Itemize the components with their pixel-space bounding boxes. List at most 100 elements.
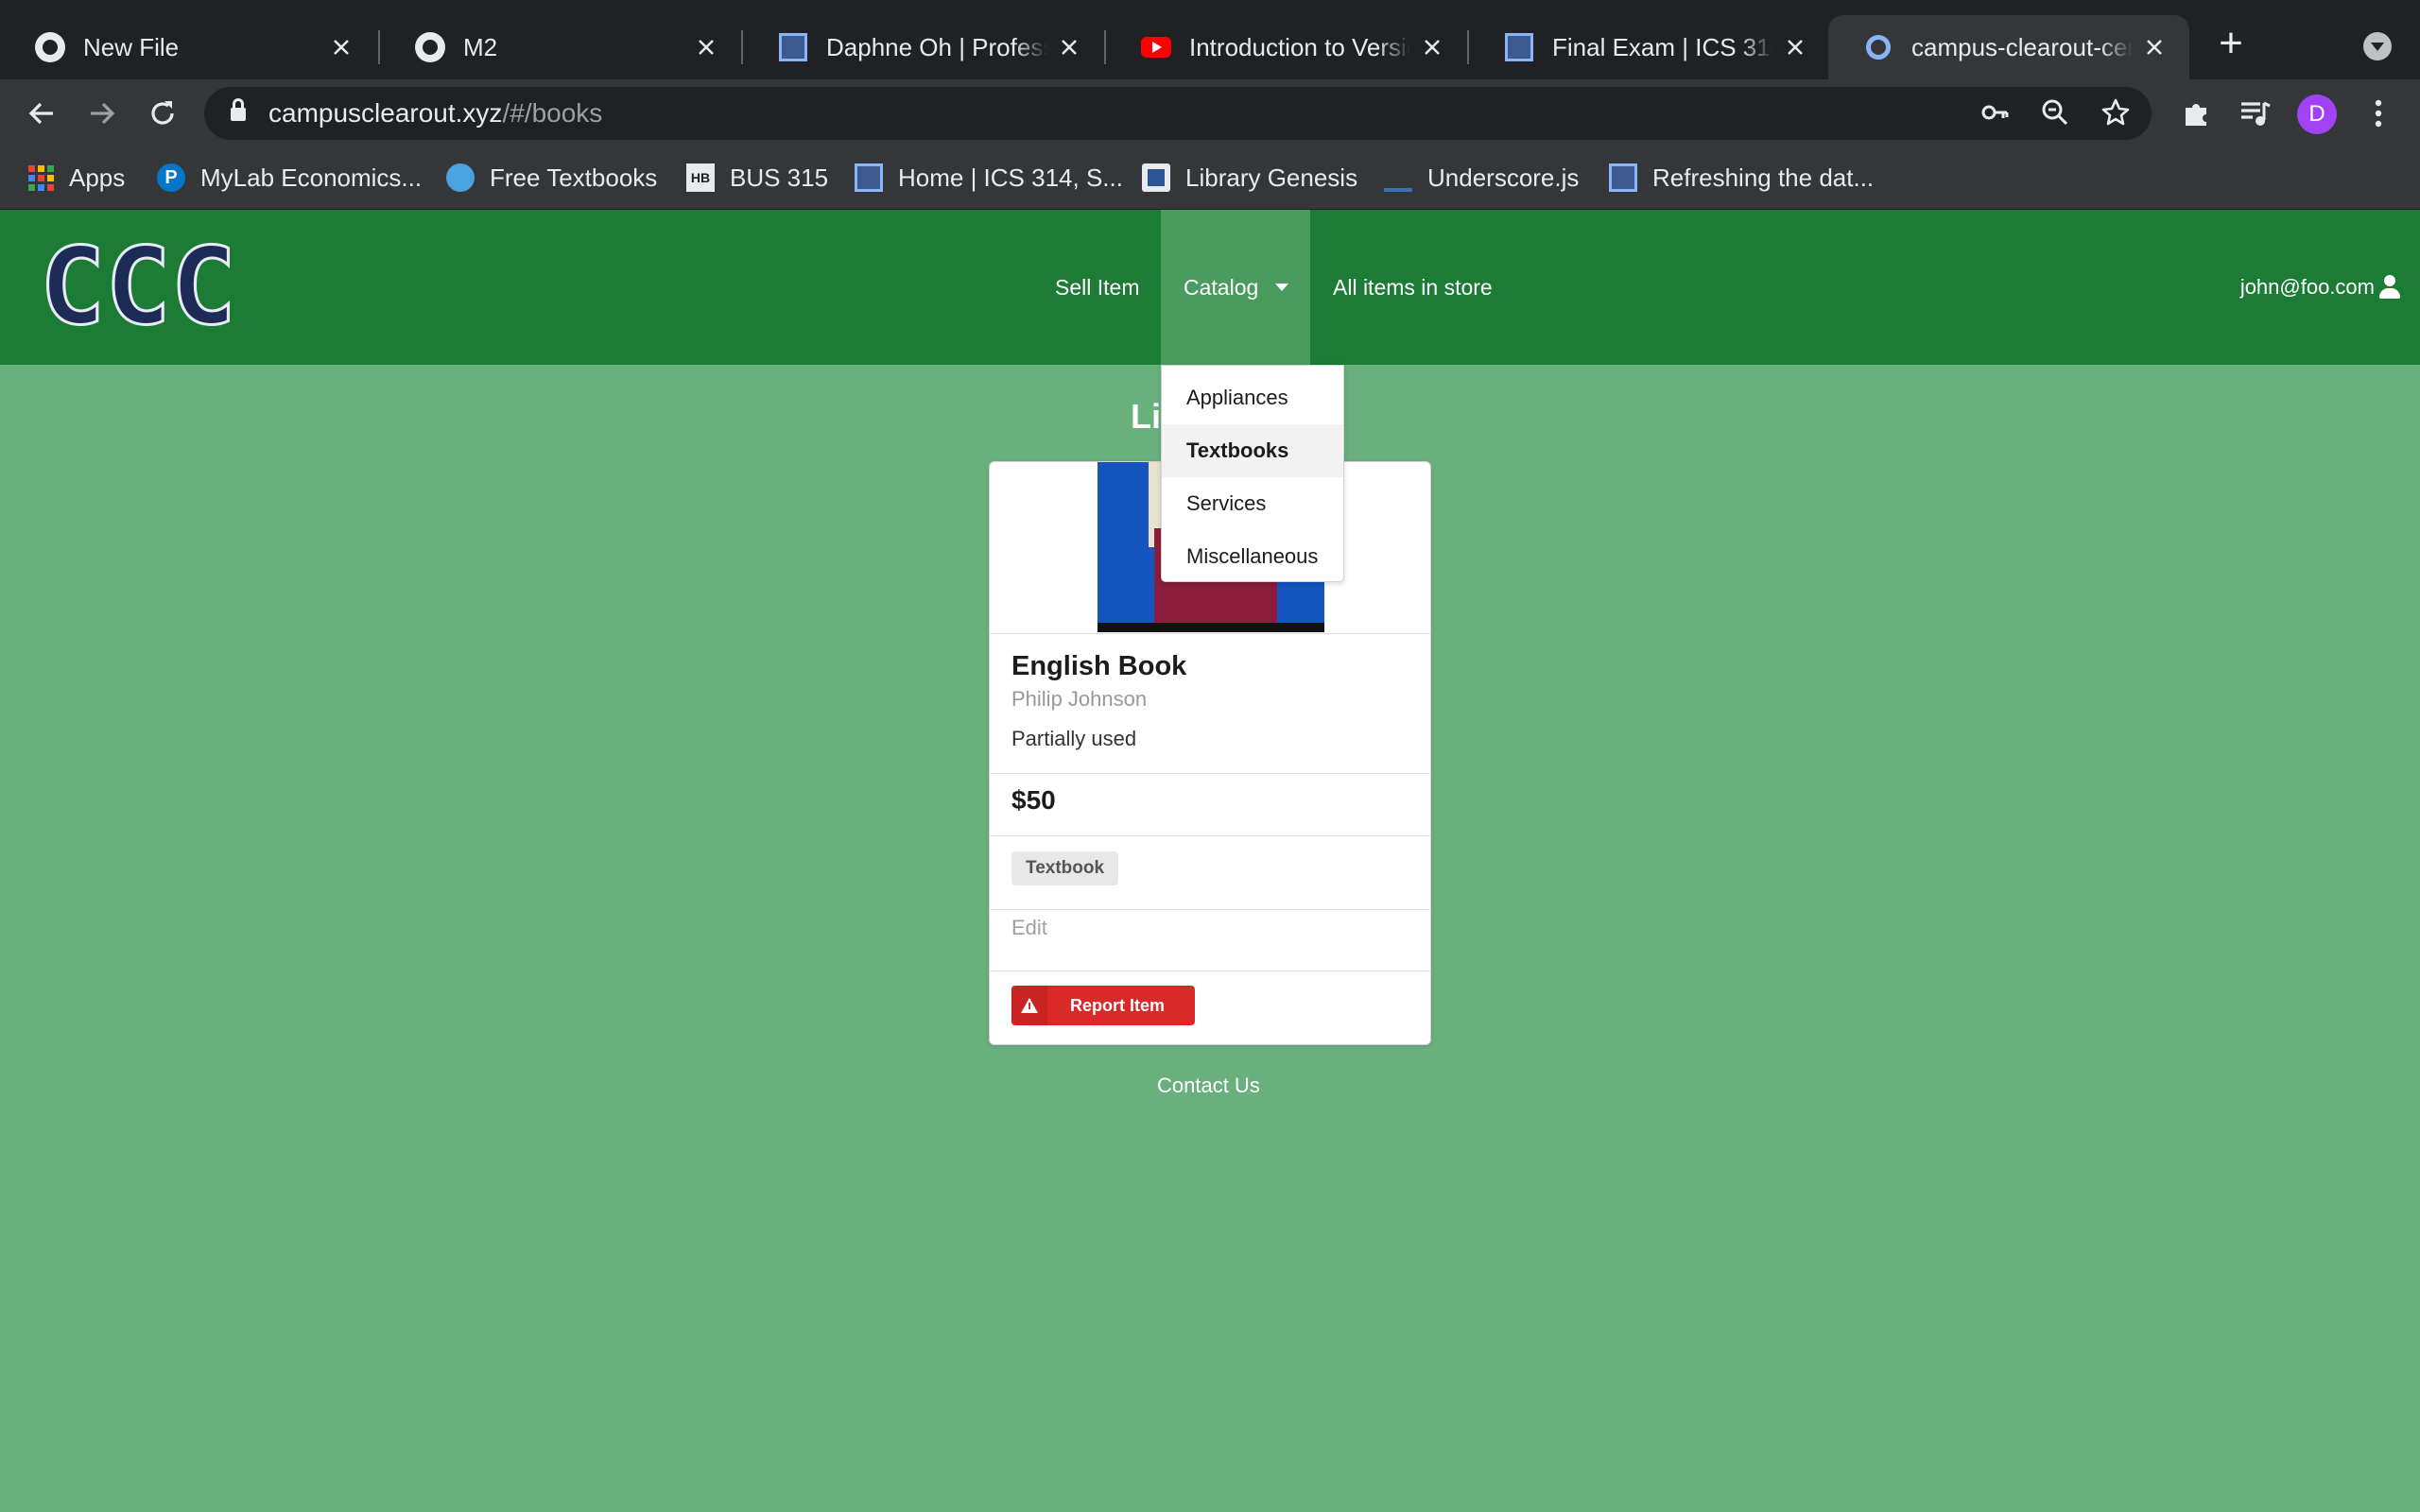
page-icon (855, 163, 883, 192)
divider (990, 835, 1430, 836)
library-icon (1142, 163, 1170, 192)
url-path: /#/books (502, 98, 603, 128)
item-title: English Book (1011, 651, 1187, 681)
bookmark-label: Free Textbooks (490, 163, 658, 192)
user-icon (2378, 275, 2401, 300)
tab-youtube[interactable]: Introduction to Version (1106, 15, 1467, 79)
bookmark-label: BUS 315 (730, 163, 829, 192)
page-heading: Li (1131, 397, 1161, 436)
bookmark-home-ics[interactable]: Home | ICS 314, S... (855, 161, 1123, 195)
user-email: john@foo.com (2239, 275, 2375, 299)
item-price: $50 (1011, 785, 1056, 815)
url-host: campusclearout.xyz (268, 98, 503, 128)
tab-campus-clearout[interactable]: campus-clearout-center (1828, 15, 2189, 79)
bookmarks-bar: Apps P MyLab Economics... Free Textbooks… (0, 147, 2420, 210)
address-bar[interactable]: campusclearout.xyz/#/books (204, 87, 2152, 140)
tab-title: New File (83, 32, 180, 61)
nav-catalog-dropdown[interactable]: Catalog (1161, 210, 1310, 365)
item-category-tag: Textbook (1011, 851, 1119, 885)
key-icon[interactable] (1979, 98, 2010, 129)
bookmark-apps[interactable]: Apps (28, 161, 125, 195)
page-icon (777, 31, 809, 63)
browser-menu-icon[interactable] (2358, 93, 2399, 134)
tab-title: Daphne Oh | Professional (826, 32, 1047, 61)
site-navbar: CCC Sell Item Catalog All items in store… (0, 210, 2420, 365)
warning-icon (1011, 986, 1047, 1025)
close-tab-icon[interactable] (327, 33, 355, 61)
browser-tab-strip: New File M2 Daphne Oh | Professional Int… (0, 0, 2420, 79)
url-text: campusclearout.xyz/#/books (268, 98, 602, 129)
caret-down-icon (1275, 284, 1289, 291)
nav-all-items[interactable]: All items in store (1333, 210, 1493, 365)
close-tab-icon[interactable] (1055, 33, 1083, 61)
underscore-icon (1384, 173, 1412, 192)
catalog-label: Catalog (1184, 274, 1259, 300)
catalog-dropdown-menu: Appliances Textbooks Services Miscellane… (1161, 365, 1344, 582)
tab-title: Introduction to Version (1189, 32, 1410, 61)
tab-new-file[interactable]: New File (0, 15, 376, 79)
close-tab-icon[interactable] (1418, 33, 1446, 61)
menu-item-textbooks[interactable]: Textbooks (1162, 424, 1343, 477)
tab-title: M2 (463, 32, 498, 61)
logo-text: CCC (40, 242, 236, 333)
bookmark-underscore[interactable]: Underscore.js (1384, 161, 1579, 195)
youtube-icon (1140, 31, 1172, 63)
hb-icon: HB (686, 163, 715, 192)
github-icon (414, 31, 446, 63)
report-item-button[interactable]: Report Item (1011, 986, 1195, 1025)
back-button[interactable] (21, 93, 62, 134)
media-control-icon[interactable] (2235, 93, 2276, 134)
menu-item-miscellaneous[interactable]: Miscellaneous (1162, 530, 1343, 583)
tab-m2[interactable]: M2 (380, 15, 741, 79)
forward-button[interactable] (81, 93, 123, 134)
contact-us-link[interactable]: Contact Us (1157, 1074, 1260, 1098)
github-icon (34, 31, 66, 63)
item-condition: Partially used (1011, 727, 1137, 750)
page-icon (1609, 163, 1637, 192)
bookmark-refreshing[interactable]: Refreshing the dat... (1609, 161, 1874, 195)
browser-toolbar: campusclearout.xyz/#/books D (0, 79, 2420, 147)
report-label: Report Item (1070, 995, 1166, 1015)
bookmark-label: Apps (69, 163, 126, 192)
ccc-logo[interactable]: CCC (38, 225, 240, 351)
extensions-icon[interactable] (2176, 93, 2218, 134)
divider (990, 633, 1430, 634)
pearson-icon: P (157, 163, 185, 192)
bookmark-label: Underscore.js (1427, 163, 1580, 192)
book-icon (446, 163, 475, 192)
back-arrow-icon (28, 102, 53, 125)
user-menu[interactable]: john@foo.com (2240, 210, 2401, 365)
tab-title: campus-clearout-center (1911, 32, 2133, 61)
bookmark-label: Refreshing the dat... (1652, 163, 1875, 192)
tab-final-exam[interactable]: Final Exam | ICS 314, S (1469, 15, 1830, 79)
reload-icon (151, 101, 174, 125)
close-tab-icon[interactable] (2140, 33, 2169, 61)
zoom-icon[interactable] (2040, 98, 2070, 129)
bookmark-bus-315[interactable]: HB BUS 315 (686, 161, 828, 195)
site-icon (1862, 31, 1894, 63)
profile-avatar[interactable]: D (2297, 94, 2337, 134)
menu-item-services[interactable]: Services (1162, 477, 1343, 530)
bookmark-star-icon[interactable] (2100, 98, 2131, 129)
lock-icon (231, 98, 246, 121)
bookmark-label: Library Genesis (1185, 163, 1358, 192)
reload-button[interactable] (142, 93, 183, 134)
divider (990, 773, 1430, 774)
menu-item-appliances[interactable]: Appliances (1162, 371, 1343, 424)
bookmark-label: Home | ICS 314, S... (898, 163, 1123, 192)
divider (990, 909, 1430, 910)
bookmark-mylab[interactable]: P MyLab Economics... (157, 161, 422, 195)
edit-link[interactable]: Edit (1011, 916, 1047, 940)
bookmark-free-textbooks[interactable]: Free Textbooks (446, 161, 657, 195)
bookmark-library-genesis[interactable]: Library Genesis (1142, 161, 1357, 195)
close-tab-icon[interactable] (1781, 33, 1809, 61)
apps-grid-icon (28, 164, 54, 191)
bookmark-label: MyLab Economics... (200, 163, 423, 192)
item-seller: Philip Johnson (1011, 687, 1148, 711)
nav-sell-item[interactable]: Sell Item (1055, 210, 1139, 365)
new-tab-button[interactable]: + (2210, 23, 2252, 66)
close-tab-icon[interactable] (692, 33, 720, 61)
forward-arrow-icon (91, 102, 115, 125)
tab-daphne-oh[interactable]: Daphne Oh | Professional (743, 15, 1104, 79)
tab-search-icon[interactable] (2363, 32, 2392, 60)
